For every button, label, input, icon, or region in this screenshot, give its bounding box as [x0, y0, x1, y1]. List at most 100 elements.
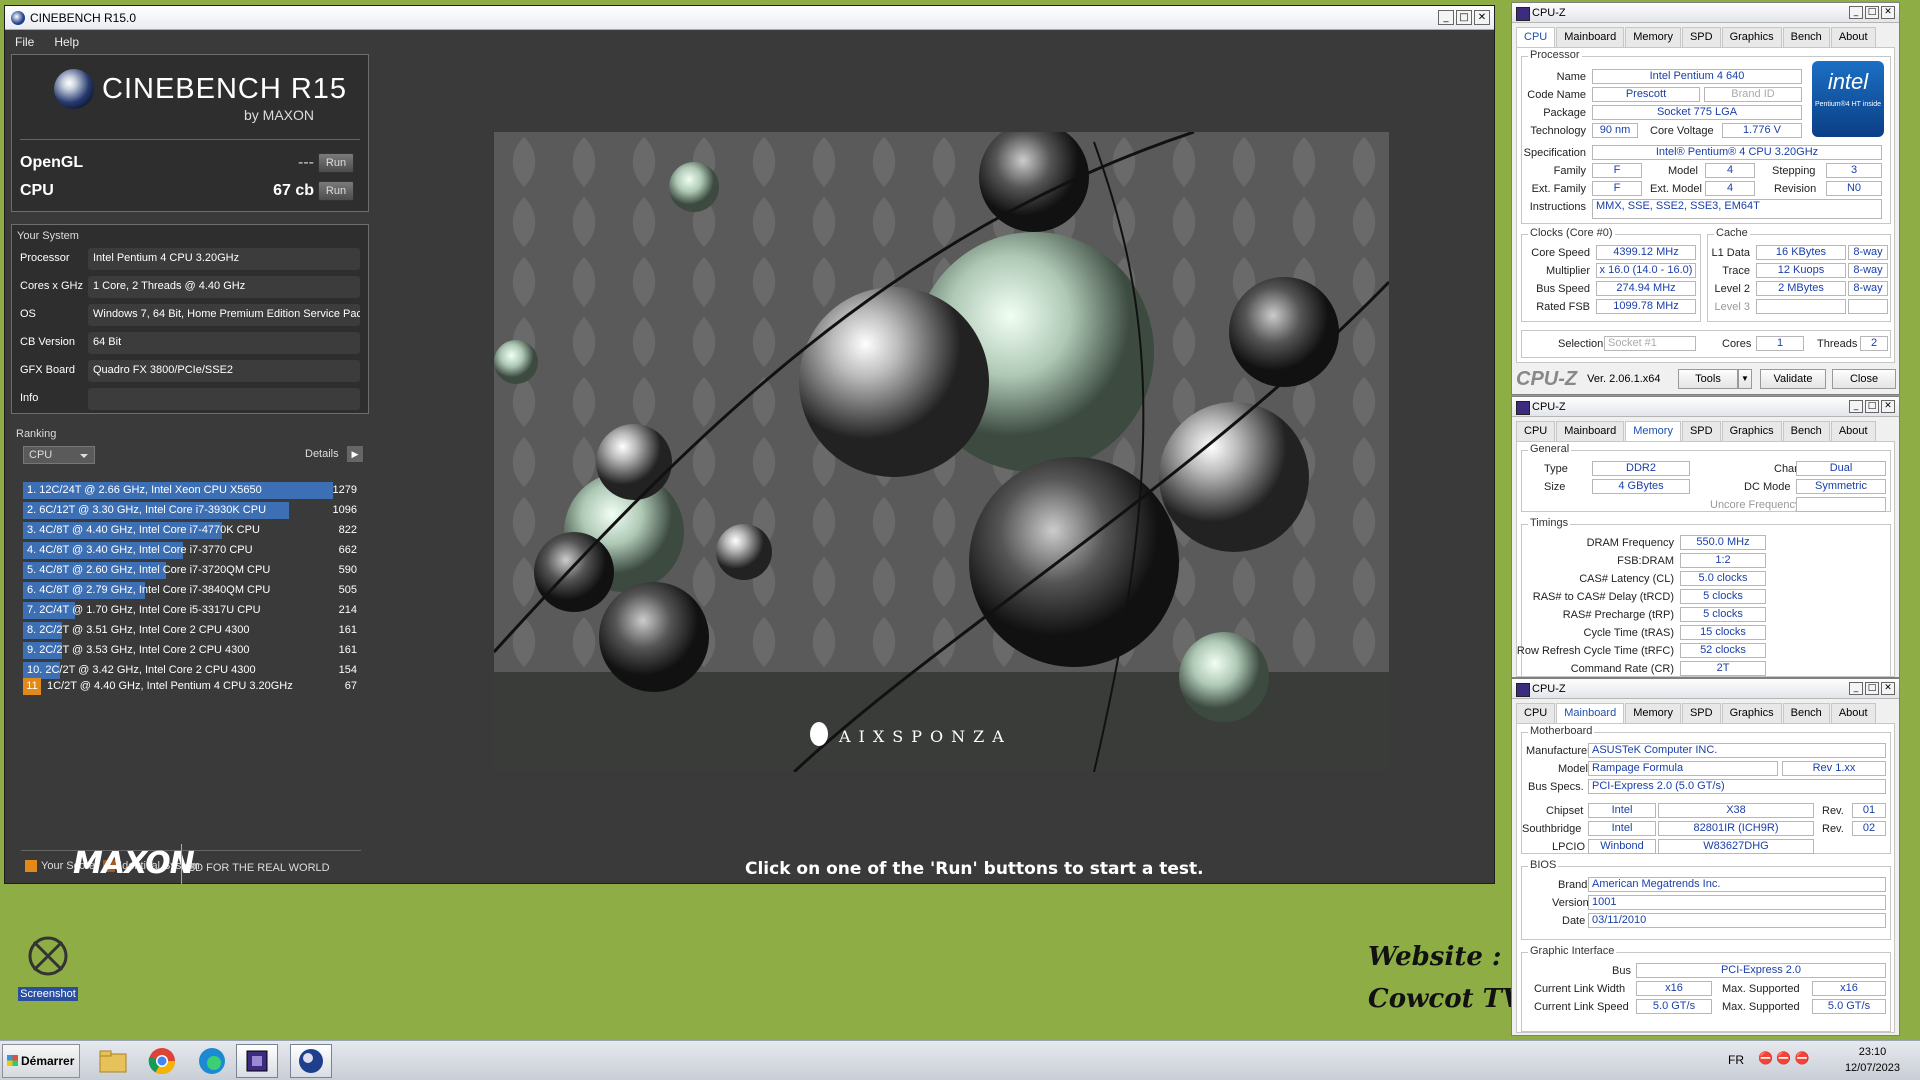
ranking-text: 6. 4C/8T @ 2.79 GHz, Intel Core i7-3840Q… — [27, 584, 271, 596]
timing-label: FSB:DRAM — [1617, 555, 1674, 567]
validate-button[interactable]: Validate — [1760, 369, 1826, 389]
maximize-button[interactable]: □ — [1456, 10, 1472, 25]
brand-title: CINEBENCH R15 — [102, 72, 348, 105]
cinebench-window: CINEBENCH R15.0 _ □ ✕ File Help CINEBENC… — [4, 5, 1495, 884]
taskbar-chrome[interactable] — [141, 1044, 183, 1078]
ranking-row[interactable]: 9. 2C/2T @ 3.53 GHz, Intel Core 2 CPU 43… — [23, 642, 363, 659]
minimize-button[interactable]: _ — [1849, 6, 1863, 19]
tab-about[interactable]: About — [1830, 703, 1876, 723]
close-button[interactable]: ✕ — [1881, 400, 1895, 413]
cache-group: Cache L1 Data 16 KBytes 8-way Trace 12 K… — [1707, 227, 1891, 322]
taskbar-clock[interactable]: 23:10 12/07/2023 — [1845, 1044, 1900, 1076]
ranking-row[interactable]: 5. 4C/8T @ 2.60 GHz, Intel Core i7-3720Q… — [23, 562, 363, 579]
tab-graphics[interactable]: Graphics — [1721, 703, 1782, 723]
ranking-row[interactable]: 4. 4C/8T @ 3.40 GHz, Intel Core i7-3770 … — [23, 542, 363, 559]
cpu-run-button[interactable]: Run — [318, 181, 354, 201]
close-button[interactable]: ✕ — [1474, 10, 1490, 25]
ranking-text: 10. 2C/2T @ 3.42 GHz, Intel Core 2 CPU 4… — [27, 664, 256, 676]
ranking-row[interactable]: 7. 2C/4T @ 1.70 GHz, Intel Core i5-3317U… — [23, 602, 363, 619]
maximize-button[interactable]: □ — [1865, 682, 1879, 695]
tray-icons[interactable]: ⛔ ⛔ ⛔ — [1758, 1051, 1810, 1065]
score-panel: CINEBENCH R15 by MAXON OpenGL --- Run CP… — [11, 54, 369, 212]
taskbar-explorer[interactable] — [92, 1044, 134, 1078]
start-button[interactable]: Démarrer — [2, 1044, 80, 1078]
timing-value: 5.0 clocks — [1680, 571, 1766, 586]
ranking-type-dropdown[interactable]: CPU — [23, 446, 95, 464]
system-row-cores: Cores x GHz 1 Core, 2 Threads @ 4.40 GHz — [20, 276, 362, 298]
ranking-row[interactable]: 6. 4C/8T @ 2.79 GHz, Intel Core i7-3840Q… — [23, 582, 363, 599]
tab-about[interactable]: About — [1830, 421, 1876, 441]
taskbar-cinebench[interactable] — [290, 1044, 332, 1078]
ranking-score: 154 — [338, 664, 357, 676]
maximize-button[interactable]: □ — [1865, 400, 1879, 413]
tab-spd[interactable]: SPD — [1681, 703, 1721, 723]
opengl-run-button[interactable]: Run — [318, 153, 354, 173]
tab-mainboard[interactable]: Mainboard — [1556, 421, 1625, 441]
tab-cpu[interactable]: CPU — [1516, 27, 1556, 47]
tab-mainboard[interactable]: Mainboard — [1556, 703, 1625, 723]
tab-graphics[interactable]: Graphics — [1721, 421, 1782, 441]
tab-spd[interactable]: SPD — [1681, 421, 1721, 441]
your-system-panel: Your System Processor Intel Pentium 4 CPU… — [11, 224, 369, 414]
general-group: General Type DDR2 Size 4 GBytes Channel … — [1521, 443, 1891, 512]
ext-model: 4 — [1705, 181, 1755, 196]
cinebench-title: CINEBENCH R15.0 — [30, 10, 137, 25]
taskbar-cpuz[interactable] — [236, 1044, 278, 1078]
details-toggle-icon[interactable]: ▶ — [347, 446, 363, 462]
ranking-row[interactable]: 8. 2C/2T @ 3.51 GHz, Intel Core 2 CPU 43… — [23, 622, 363, 639]
cpuz-titlebar[interactable]: CPU-Z _ □ ✕ — [1512, 397, 1899, 417]
tab-bench[interactable]: Bench — [1782, 27, 1830, 47]
menu-help[interactable]: Help — [54, 35, 79, 49]
ranking-your-row[interactable]: 11 1C/2T @ 4.40 GHz, Intel Pentium 4 CPU… — [23, 678, 363, 695]
minimize-button[interactable]: _ — [1849, 682, 1863, 695]
tab-memory[interactable]: Memory — [1625, 27, 1681, 47]
ranking-text: 2. 6C/12T @ 3.30 GHz, Intel Core i7-3930… — [27, 504, 267, 516]
timing-label: Cycle Time (tRAS) — [1583, 627, 1674, 639]
desktop-icon-label: Screenshot — [18, 987, 78, 1001]
your-system-title: Your System — [17, 230, 79, 242]
ranking-row[interactable]: 2. 6C/12T @ 3.30 GHz, Intel Core i7-3930… — [23, 502, 363, 519]
cpuz-titlebar[interactable]: CPU-Z _ □ ✕ — [1512, 679, 1899, 699]
minimize-button[interactable]: _ — [1438, 10, 1454, 25]
close-button[interactable]: ✕ — [1881, 6, 1895, 19]
timings-group: Timings DRAM Frequency 550.0 MHz FSB:DRAM 1… — [1517, 517, 1891, 676]
tab-bench[interactable]: Bench — [1782, 703, 1830, 723]
bios-group: BIOS Brand American Megatrends Inc. Vers… — [1521, 859, 1891, 940]
rated-fsb: 1099.78 MHz — [1596, 299, 1696, 314]
tools-dropdown-icon[interactable]: ▼ — [1738, 369, 1752, 389]
tab-mainboard[interactable]: Mainboard — [1556, 27, 1625, 47]
system-row-info[interactable]: Info — [20, 388, 362, 410]
cinebench-icon — [299, 1049, 323, 1073]
ranking-score: 505 — [338, 584, 357, 596]
close-cpuz-button[interactable]: Close — [1832, 369, 1896, 389]
tab-memory[interactable]: Memory — [1625, 421, 1681, 441]
tab-memory[interactable]: Memory — [1625, 703, 1681, 723]
socket-select[interactable]: Socket #1 — [1604, 336, 1696, 351]
close-button[interactable]: ✕ — [1881, 682, 1895, 695]
cinebench-titlebar[interactable]: CINEBENCH R15.0 _ □ ✕ — [5, 6, 1494, 30]
tab-cpu[interactable]: CPU — [1516, 421, 1556, 441]
tab-bench[interactable]: Bench — [1782, 421, 1830, 441]
taskbar-edge[interactable] — [191, 1044, 233, 1078]
core-speed: 4399.12 MHz — [1596, 245, 1696, 260]
tab-graphics[interactable]: Graphics — [1721, 27, 1782, 47]
minimize-button[interactable]: _ — [1849, 400, 1863, 413]
system-row-gfx: GFX Board Quadro FX 3800/PCIe/SSE2 — [20, 360, 362, 382]
motherboard-group: Motherboard Manufacturer ASUSTeK Compute… — [1521, 725, 1891, 854]
menu-file[interactable]: File — [15, 35, 34, 49]
cpuz-titlebar[interactable]: CPU-Z _ □ ✕ — [1512, 3, 1899, 23]
ranking-row[interactable]: 10. 2C/2T @ 3.42 GHz, Intel Core 2 CPU 4… — [23, 662, 363, 679]
tab-about[interactable]: About — [1830, 27, 1876, 47]
desktop-icon-screenshot[interactable]: Screenshot — [18, 932, 78, 1001]
timing-value: 1:2 — [1680, 553, 1766, 568]
model: 4 — [1705, 163, 1755, 178]
cpuz-tabs: CPU Mainboard Memory SPD Graphics Bench … — [1516, 27, 1877, 47]
edge-icon — [199, 1048, 225, 1074]
language-indicator[interactable]: FR — [1728, 1053, 1744, 1067]
ranking-row[interactable]: 1. 12C/24T @ 2.66 GHz, Intel Xeon CPU X5… — [23, 482, 363, 499]
tab-spd[interactable]: SPD — [1681, 27, 1721, 47]
tools-button[interactable]: Tools — [1678, 369, 1738, 389]
ranking-row[interactable]: 3. 4C/8T @ 4.40 GHz, Intel Core i7-4770K… — [23, 522, 363, 539]
maximize-button[interactable]: □ — [1865, 6, 1879, 19]
tab-cpu[interactable]: CPU — [1516, 703, 1556, 723]
